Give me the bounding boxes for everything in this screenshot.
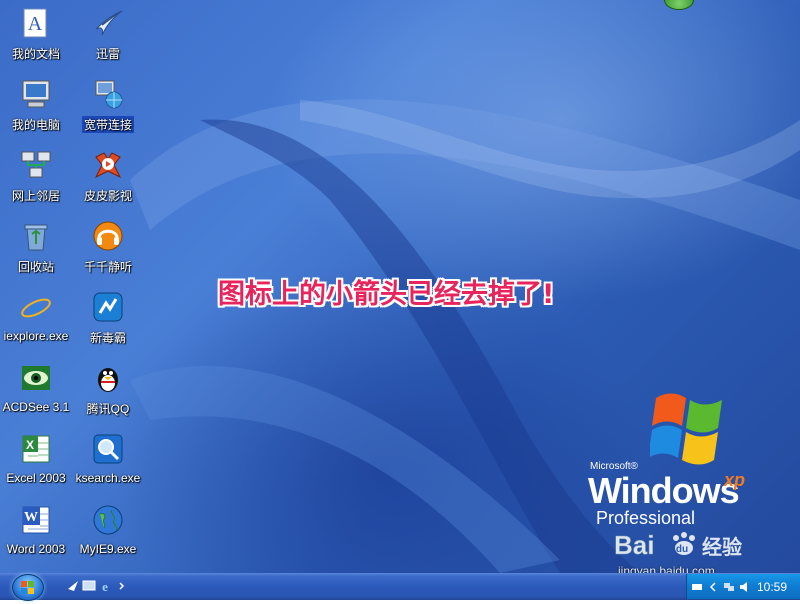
desktop-icon-label: 宽带连接	[81, 116, 134, 133]
system-tray: 10:59	[686, 574, 800, 599]
desktop-icon-label: 新毒霸	[89, 331, 126, 345]
duba-antivirus-icon	[91, 290, 125, 324]
quicklaunch-ie-icon[interactable]: e	[98, 579, 112, 593]
windows-start-icon	[21, 581, 34, 594]
desktop-icon-my-computer[interactable]: 我的电脑	[0, 77, 72, 143]
xp-text: xp	[724, 470, 746, 490]
desktop-icon-myie9[interactable]: MyIE9.exe	[72, 503, 144, 569]
desktop-icon-label: 我的电脑	[11, 118, 60, 132]
windows-flag-icon	[650, 393, 722, 465]
desktop-icon-label: MyIE9.exe	[79, 542, 137, 556]
desktop-icon-pipi-video[interactable]: 皮皮影视	[72, 148, 144, 214]
desktop-icon-network-places[interactable]: 网上邻居	[0, 148, 72, 214]
desktop-icon-label: 迅雷	[95, 47, 120, 61]
tray-network-icon[interactable]	[723, 581, 735, 593]
tray-volume-icon[interactable]	[739, 581, 751, 593]
desktop-icon-acdsee[interactable]: ACDSee 3.1	[0, 361, 72, 427]
recycle-bin-icon	[19, 219, 53, 253]
windows-xp-logo: Microsoft® Windows xp Professional	[588, 390, 788, 530]
desktop-icon-ksearch[interactable]: ksearch.exe	[72, 432, 144, 498]
desktop-icon-label: ACDSee 3.1	[2, 400, 70, 414]
thunder-download-icon	[91, 6, 125, 40]
desktop-icon-label: 皮皮影视	[83, 189, 132, 203]
svg-text:A: A	[28, 13, 43, 35]
pipi-video-icon	[91, 148, 125, 182]
desktop-icon-word[interactable]: W Word 2003	[0, 503, 72, 569]
desktop-icon-broadband[interactable]: 宽带连接	[72, 77, 144, 143]
broadband-connection-icon	[91, 77, 125, 111]
baidu-jingyan-watermark: Bai du 经验 jingyan.baidu.com	[614, 528, 774, 573]
desktop-icon-label: Excel 2003	[6, 471, 66, 485]
quicklaunch-expand-icon[interactable]	[118, 579, 126, 593]
desktop[interactable]: A 我的文档 我的电脑 网上邻居 回收站 e iexplore.exe ACDS…	[0, 0, 800, 573]
desktop-icon-iexplore[interactable]: e iexplore.exe	[0, 290, 72, 356]
acdsee-icon	[19, 361, 53, 395]
ttplayer-icon	[91, 219, 125, 253]
desktop-icon-label: 网上邻居	[11, 189, 60, 203]
word-icon: W	[19, 503, 53, 537]
internet-explorer-icon: e	[19, 290, 53, 324]
desktop-icon-excel[interactable]: X Excel 2003	[0, 432, 72, 498]
start-button[interactable]	[12, 574, 44, 601]
desktop-icon-label: iexplore.exe	[3, 329, 69, 343]
desktop-icon-label: 我的文档	[11, 47, 60, 61]
ksearch-magnifier-icon	[91, 432, 125, 466]
my-computer-icon	[19, 77, 53, 111]
quicklaunch-thunder-icon[interactable]	[66, 579, 80, 593]
desktop-icon-label: Word 2003	[6, 542, 66, 556]
svg-text:Bai: Bai	[614, 530, 654, 560]
svg-text:e: e	[102, 579, 108, 593]
svg-text:X: X	[26, 438, 34, 452]
quicklaunch-desktop-icon[interactable]	[82, 579, 96, 593]
taskbar: e 10:59	[0, 573, 800, 601]
desktop-icon-label: 腾讯QQ	[86, 402, 130, 416]
excel-icon: X	[19, 432, 53, 466]
desktop-icon-my-documents[interactable]: A 我的文档	[0, 6, 72, 72]
myie9-globe-icon	[91, 503, 125, 537]
desktop-icon-ttplayer[interactable]: 千千静听	[72, 219, 144, 285]
desktop-icon-qq[interactable]: 腾讯QQ	[72, 361, 144, 427]
desktop-icon-recycle-bin[interactable]: 回收站	[0, 219, 72, 285]
edition-text: Professional	[596, 508, 696, 528]
overlay-caption: 图标上的小箭头已经去掉了!	[218, 279, 555, 310]
svg-text:e: e	[30, 293, 42, 323]
desktop-icon-thunder[interactable]: 迅雷	[72, 6, 144, 72]
baidu-paw-logo-icon: Bai du 经验	[614, 530, 742, 561]
tray-keyboard-icon[interactable]	[691, 581, 703, 593]
windows-name-text: Windows	[588, 470, 740, 511]
desktop-icon-duba[interactable]: 新毒霸	[72, 290, 144, 356]
svg-text:经验: 经验	[702, 535, 742, 559]
svg-text:du: du	[676, 544, 688, 555]
qq-penguin-icon	[91, 361, 125, 395]
watermark-url: jingyan.baidu.com	[618, 564, 715, 573]
network-places-icon	[19, 148, 53, 182]
svg-text:W: W	[24, 510, 38, 525]
my-documents-icon: A	[19, 6, 53, 40]
desktop-icon-label: 回收站	[17, 260, 54, 274]
taskbar-clock[interactable]: 10:59	[757, 580, 787, 594]
desktop-icon-label: 千千静听	[83, 260, 132, 274]
desktop-icon-label: ksearch.exe	[75, 471, 141, 485]
tray-expand-chevron-icon[interactable]	[707, 581, 719, 593]
